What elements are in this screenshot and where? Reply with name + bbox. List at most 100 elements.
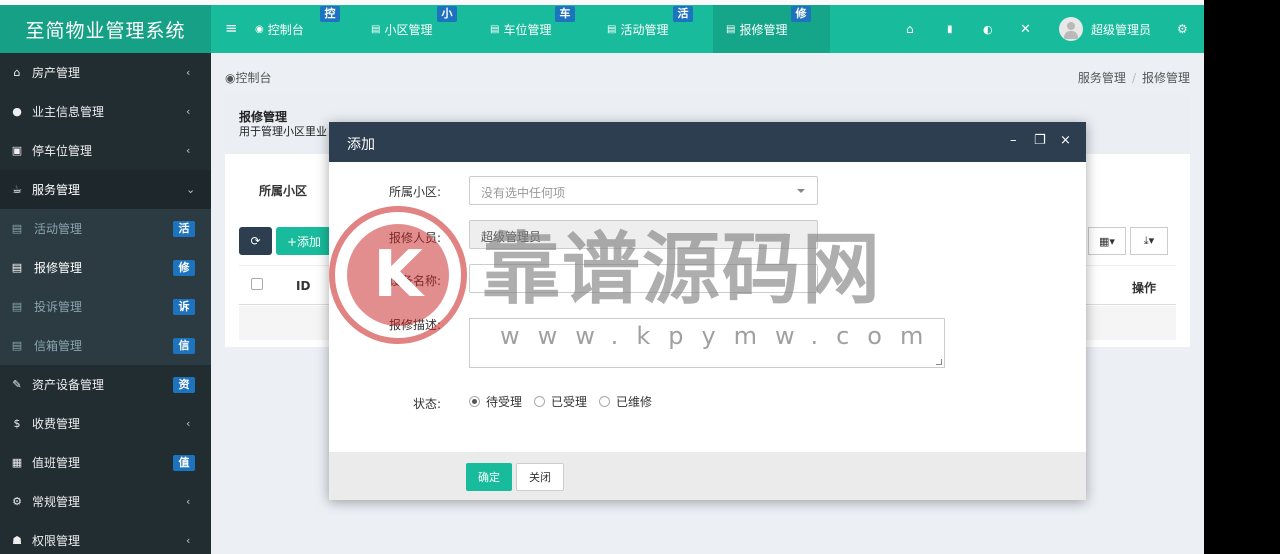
dialog-title: 添加 bbox=[347, 137, 375, 153]
logo-text: 至简物业管理系统 bbox=[25, 19, 186, 42]
sidebar-item-repair[interactable]: ▤ 报修管理 修 bbox=[0, 248, 211, 287]
chevron-left-icon: ‹ bbox=[186, 494, 191, 508]
maximize-icon[interactable]: ❐ bbox=[1034, 133, 1046, 148]
tab-badge: 修 bbox=[791, 6, 811, 22]
dashboard-icon: ◉ bbox=[225, 71, 236, 85]
sidebar-item-service[interactable]: ☕ 服务管理 ⌄ bbox=[0, 170, 211, 209]
sidebar-badge: 值 bbox=[173, 455, 195, 471]
gears-icon: ⚙ bbox=[12, 494, 22, 508]
dialog-footer: 确定 关闭 bbox=[329, 452, 1086, 500]
list-icon: ▤ bbox=[726, 23, 736, 35]
tab-badge: 控 bbox=[320, 6, 340, 22]
status-radio-group: 待受理 已受理 已维修 bbox=[469, 393, 664, 410]
refresh-button[interactable]: ⟳ bbox=[239, 227, 272, 255]
breadcrumb-path: 服务管理 / 报修管理 bbox=[1078, 69, 1190, 86]
service-icon: ☕ bbox=[12, 182, 22, 196]
export-icon: ⤓▾ bbox=[1143, 234, 1155, 247]
sidebar-item-owner[interactable]: ● 业主信息管理 ‹ bbox=[0, 92, 211, 131]
sidebar-item-label: 停车位管理 bbox=[32, 143, 93, 158]
app-window: 至简物业管理系统 ≡ ◉ 控制台 控 ▤ 小区管理 小 ▤ 车位管理 车 ▤ 活… bbox=[0, 5, 1204, 554]
tab-dashboard[interactable]: ◉ 控制台 bbox=[255, 5, 355, 53]
sidebar-item-label: 活动管理 bbox=[34, 221, 83, 236]
fullscreen-icon[interactable]: ✕ bbox=[1020, 5, 1031, 53]
sidebar-item-label: 值班管理 bbox=[32, 455, 81, 470]
breadcrumb-repair: 报修管理 bbox=[1141, 71, 1190, 85]
dashboard-icon: ◉ bbox=[255, 23, 264, 35]
sidebar-item-general[interactable]: ⚙ 常规管理 ‹ bbox=[0, 482, 211, 521]
confirm-button[interactable]: 确定 bbox=[466, 463, 512, 491]
status-option-label[interactable]: 待受理 bbox=[486, 393, 522, 410]
tab-label: 小区管理 bbox=[384, 22, 433, 37]
column-id[interactable]: ID bbox=[296, 279, 310, 293]
tab-repair[interactable]: ▤ 报修管理 bbox=[713, 5, 830, 53]
watermark-logo-letter: K bbox=[347, 224, 449, 326]
home-icon: ⌂ bbox=[13, 65, 21, 79]
close-icon[interactable]: × bbox=[1060, 133, 1071, 148]
filter-label: 所属小区 bbox=[259, 184, 308, 198]
parking-icon: ▣ bbox=[11, 143, 23, 157]
tab-label: 车位管理 bbox=[503, 22, 552, 37]
tab-community[interactable]: ▤ 小区管理 bbox=[371, 5, 481, 53]
sidebar-item-label: 权限管理 bbox=[32, 533, 81, 548]
breadcrumb: ◉控制台 服务管理 / 报修管理 bbox=[211, 53, 1204, 99]
resize-grip-icon[interactable] bbox=[936, 359, 942, 365]
sidebar: ⌂ 房产管理 ‹ ● 业主信息管理 ‹ ▣ 停车位管理 ‹ ☕ 服务管理 ⌄ ▤… bbox=[0, 53, 211, 554]
user-name: 超级管理员 bbox=[1091, 22, 1152, 37]
sidebar-item-label: 信箱管理 bbox=[34, 338, 83, 353]
sidebar-item-permission[interactable]: ☗ 权限管理 ‹ bbox=[0, 521, 211, 554]
gears-icon[interactable]: ⚙ bbox=[1177, 5, 1188, 53]
user-menu[interactable]: 超级管理员 bbox=[1059, 5, 1151, 53]
tab-label: 活动管理 bbox=[620, 22, 669, 37]
tab-label: 控制台 bbox=[267, 22, 304, 37]
list-icon: ▤ bbox=[11, 338, 23, 352]
sidebar-item-fees[interactable]: $ 收费管理 ‹ bbox=[0, 404, 211, 443]
list-icon: ▤ bbox=[11, 299, 23, 313]
language-icon[interactable]: ◐ bbox=[983, 5, 993, 53]
sidebar-item-label: 服务管理 bbox=[32, 182, 81, 197]
chevron-left-icon: ‹ bbox=[186, 104, 191, 118]
sidebar-item-label: 房产管理 bbox=[32, 65, 81, 80]
columns-button[interactable]: ▦▾ bbox=[1088, 227, 1126, 255]
add-button[interactable]: +添加 bbox=[276, 227, 332, 255]
chevron-down-icon: ⌄ bbox=[186, 182, 196, 196]
sidebar-item-mailbox[interactable]: ▤ 信箱管理 信 bbox=[0, 326, 211, 365]
trash-icon[interactable]: ▮ bbox=[947, 5, 953, 53]
sidebar-item-property[interactable]: ⌂ 房产管理 ‹ bbox=[0, 53, 211, 92]
sidebar-item-duty[interactable]: ▦ 值班管理 值 bbox=[0, 443, 211, 482]
breadcrumb-service[interactable]: 服务管理 bbox=[1078, 71, 1126, 85]
status-option-label[interactable]: 已受理 bbox=[551, 393, 587, 410]
wrench-icon: ✎ bbox=[12, 377, 22, 391]
hamburger-icon[interactable]: ≡ bbox=[225, 19, 239, 37]
top-navbar: ≡ ◉ 控制台 控 ▤ 小区管理 小 ▤ 车位管理 车 ▤ 活动管理 活 ▤ 报… bbox=[211, 5, 1204, 53]
status-radio-repaired[interactable] bbox=[599, 396, 611, 407]
tab-badge: 小 bbox=[437, 6, 457, 22]
caret-down-icon bbox=[797, 189, 805, 193]
breadcrumb-dashboard[interactable]: ◉控制台 bbox=[225, 69, 272, 86]
sidebar-item-complaint[interactable]: ▤ 投诉管理 诉 bbox=[0, 287, 211, 326]
status-option-label[interactable]: 已维修 bbox=[616, 393, 652, 410]
status-radio-accepted[interactable] bbox=[534, 396, 546, 407]
community-select[interactable]: 没有选中任何项 bbox=[469, 176, 818, 205]
home-icon[interactable]: ⌂ bbox=[906, 5, 914, 53]
list-icon: ▤ bbox=[490, 23, 500, 35]
export-button[interactable]: ⤓▾ bbox=[1130, 227, 1168, 255]
sidebar-item-activity[interactable]: ▤ 活动管理 活 bbox=[0, 209, 211, 248]
close-button[interactable]: 关闭 bbox=[516, 463, 564, 491]
sidebar-item-label: 常规管理 bbox=[32, 494, 81, 509]
minimize-icon[interactable]: – bbox=[1010, 133, 1017, 148]
sidebar-item-label: 收费管理 bbox=[32, 416, 81, 431]
sidebar-item-parking[interactable]: ▣ 停车位管理 ‹ bbox=[0, 131, 211, 170]
panel-description: 用于管理小区里业 bbox=[239, 125, 327, 138]
status-radio-pending[interactable] bbox=[469, 396, 480, 407]
tab-parking[interactable]: ▤ 车位管理 bbox=[490, 5, 600, 53]
app-logo[interactable]: 至简物业管理系统 bbox=[0, 5, 211, 53]
grid-icon: ▦▾ bbox=[1099, 234, 1115, 248]
list-icon: ▤ bbox=[607, 23, 617, 35]
sidebar-item-asset[interactable]: ✎ 资产设备管理 资 bbox=[0, 365, 211, 404]
list-icon: ▤ bbox=[11, 260, 23, 274]
chevron-left-icon: ‹ bbox=[186, 416, 191, 430]
select-all-checkbox[interactable] bbox=[251, 278, 263, 290]
tab-activity[interactable]: ▤ 活动管理 bbox=[607, 5, 717, 53]
list-icon: ▤ bbox=[11, 221, 23, 235]
avatar bbox=[1059, 17, 1083, 41]
